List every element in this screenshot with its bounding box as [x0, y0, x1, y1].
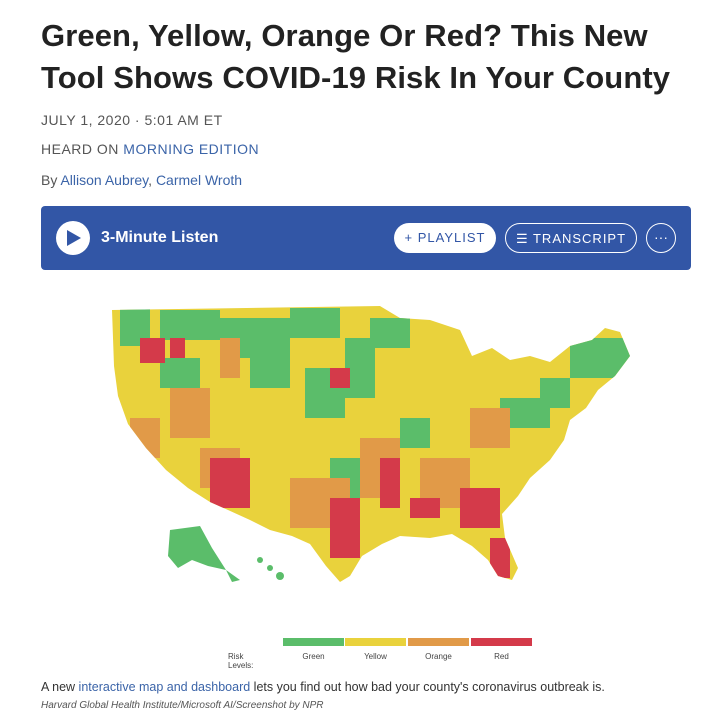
heard-on-line: HEARD ON MORNING EDITION	[41, 141, 259, 157]
audio-player: 3-Minute Listen + PLAYLIST ☰ TRANSCRIPT …	[41, 206, 691, 270]
listen-duration-label: 3-Minute Listen	[101, 229, 219, 246]
byline-prefix: By	[41, 172, 58, 188]
article-headline: Green, Yellow, Orange Or Red? This New T…	[41, 18, 671, 95]
legend-swatch-red	[471, 638, 532, 646]
image-credit: Harvard Global Health Institute/Microsof…	[41, 700, 324, 711]
add-to-playlist-button[interactable]: + PLAYLIST	[394, 223, 496, 253]
article-dateline: JULY 1, 2020 · 5:01 AM ET	[41, 112, 223, 128]
byline: By Allison Aubrey, Carmel Wroth	[41, 172, 242, 188]
heard-on-prefix: HEARD ON	[41, 141, 119, 157]
interactive-map-link[interactable]: interactive map and dashboard	[79, 680, 251, 694]
legend-title: Risk Levels:	[228, 652, 254, 670]
image-caption: A new interactive map and dashboard lets…	[41, 680, 605, 694]
legend-swatch-orange	[408, 638, 469, 646]
legend-label-green: Green	[302, 652, 325, 661]
play-button[interactable]	[56, 221, 90, 255]
program-link[interactable]: MORNING EDITION	[123, 141, 259, 157]
caption-text-before: A new	[41, 680, 76, 694]
transcript-button[interactable]: ☰ TRANSCRIPT	[505, 223, 637, 253]
legend-swatch-green	[283, 638, 344, 646]
legend-label-red: Red	[494, 652, 509, 661]
author-link-aubrey[interactable]: Allison Aubrey	[60, 172, 148, 188]
us-county-risk-map	[112, 306, 630, 582]
author-link-wroth[interactable]: Carmel Wroth	[156, 172, 242, 188]
legend-swatch-yellow	[345, 638, 406, 646]
legend-label-yellow: Yellow	[364, 652, 387, 661]
play-icon	[67, 230, 81, 246]
legend-label-orange: Orange	[425, 652, 452, 661]
author-separator: ,	[148, 172, 153, 188]
more-options-button[interactable]: ···	[646, 223, 676, 253]
caption-text-after: lets you find out how bad your county's …	[253, 680, 605, 694]
